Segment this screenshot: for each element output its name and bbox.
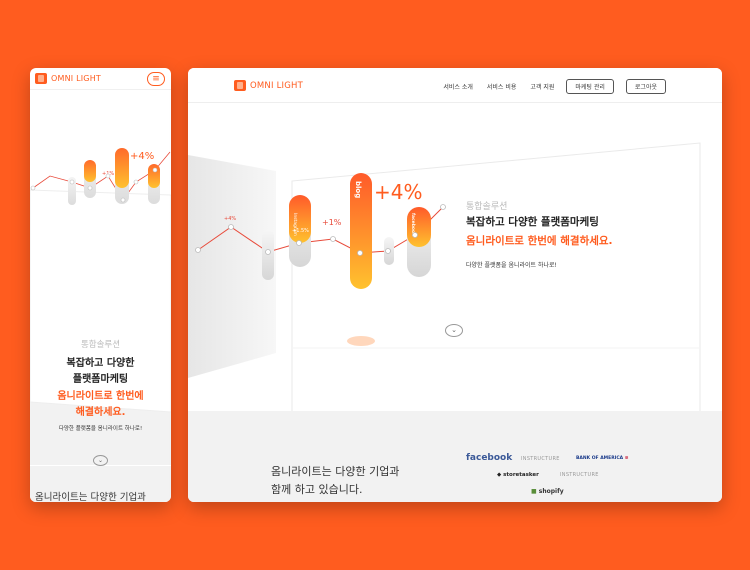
label-insta-pct: +1.5%	[292, 228, 309, 234]
mobile-eyebrow: 통합솔루션	[80, 340, 121, 350]
omni-light-logo-icon	[234, 80, 246, 91]
hero-accent: 옴니라이트로 한번에 해결하세요.	[466, 235, 613, 247]
partners-section: 옴니라이트는 다양한 기업과 함께 하고 있습니다. facebook INST…	[188, 411, 722, 502]
desktop-logo[interactable]: OMNI LIGHT	[234, 80, 303, 91]
chevron-down-icon[interactable]: ⌄	[93, 455, 108, 466]
desktop-preview: OMNI LIGHT 서비스 소개 서비스 비용 고객 지원 마케팅 관리 로그…	[188, 68, 722, 502]
partners-title-2: 함께 하고 있습니다.	[271, 483, 363, 496]
shopify-bag-icon: ■	[531, 488, 537, 495]
partner-facebook-logo: facebook	[466, 453, 513, 463]
label-big: +4%	[374, 180, 423, 204]
desktop-header: OMNI LIGHT 서비스 소개 서비스 비용 고객 지원 마케팅 관리 로그…	[188, 68, 722, 103]
hamburger-icon[interactable]: ≡	[147, 72, 165, 86]
mobile-accent-1: 옴니라이트로 한번에	[57, 391, 144, 402]
nav-service-cost[interactable]: 서비스 비용	[487, 82, 517, 91]
pill-orange-1	[84, 160, 96, 182]
pill-gray	[262, 230, 274, 280]
mobile-sub: 다양한 플랫폼을 옴니라이트 하나로!	[58, 426, 143, 432]
partner-storetasker-logo: ◆ storetasker	[497, 472, 539, 478]
omni-light-logo-icon[interactable]	[35, 73, 47, 84]
brand-name: OMNI LIGHT	[250, 80, 304, 91]
brand-name[interactable]: OMNI LIGHT	[51, 74, 101, 83]
hero-eyebrow: 통합솔루션	[466, 202, 508, 212]
mobile-headline-1: 복잡하고 다양한	[66, 358, 135, 369]
mobile-headline-2: 플랫폼마케팅	[72, 374, 129, 385]
main-nav: 서비스 소개 서비스 비용 고객 지원 마케팅 관리 로그아웃	[429, 79, 666, 94]
nav-customer-support[interactable]: 고객 지원	[530, 82, 554, 91]
partner-bofa-logo: BANK OF AMERICA ≋	[576, 456, 629, 461]
mobile-accent-2: 해결하세요.	[75, 407, 126, 418]
logout-button[interactable]: 로그아웃	[625, 79, 666, 94]
pill-orange-big	[115, 148, 129, 188]
partner-shopify-text: shopify	[538, 488, 564, 495]
hero-sub: 다양한 플랫폼을 옴니라이트 하나로!	[466, 262, 557, 269]
pill-label-big: +4%	[130, 151, 154, 162]
mobile-header: OMNI LIGHT ≡	[30, 68, 171, 90]
mobile-partners-title: 옴니라이트는 다양한 기업과	[35, 492, 146, 502]
bofa-flag-icon: ≋	[623, 456, 629, 461]
desktop-hero-graphic: +4% Instagram +1.5% +1% blog +4% faceboo…	[188, 142, 701, 459]
partner-storetasker-text: storetasker	[503, 472, 539, 478]
mobile-hero: +1% +4% 통합솔루션 복잡하고 다양한 플랫폼마케팅 옴니라이트로 한번에…	[30, 90, 171, 466]
partner-instructure-logo-2: INSTRUCTURE	[560, 472, 599, 478]
label-plus1: +1%	[322, 218, 342, 227]
partner-instructure-logo: INSTRUCTURE	[521, 456, 560, 462]
mobile-preview: OMNI LIGHT ≡ +4% 통합솔루션 복잡하고 다양한 플랫폼마케팅 옴…	[30, 68, 171, 502]
hero-headline: 복잡하고 다양한 플랫폼마케팅	[466, 216, 599, 228]
partners-title-1: 옴니라이트는 다양한 기업과	[271, 465, 400, 478]
partner-shopify-logo: ■ shopify	[531, 488, 564, 495]
pill-orange-2	[148, 164, 160, 188]
label-small: +4%	[224, 216, 236, 222]
marketing-manage-button[interactable]: 마케팅 관리	[566, 79, 614, 94]
desktop-hero: +4% Instagram +1.5% +1% blog +4% faceboo…	[188, 103, 722, 459]
partner-bofa-text: BANK OF AMERICA	[576, 456, 624, 461]
chevron-down-icon[interactable]: ⌄	[445, 324, 463, 337]
label-blog: blog	[354, 181, 362, 198]
storetasker-icon: ◆	[497, 472, 502, 478]
nav-service-intro[interactable]: 서비스 소개	[443, 82, 473, 91]
